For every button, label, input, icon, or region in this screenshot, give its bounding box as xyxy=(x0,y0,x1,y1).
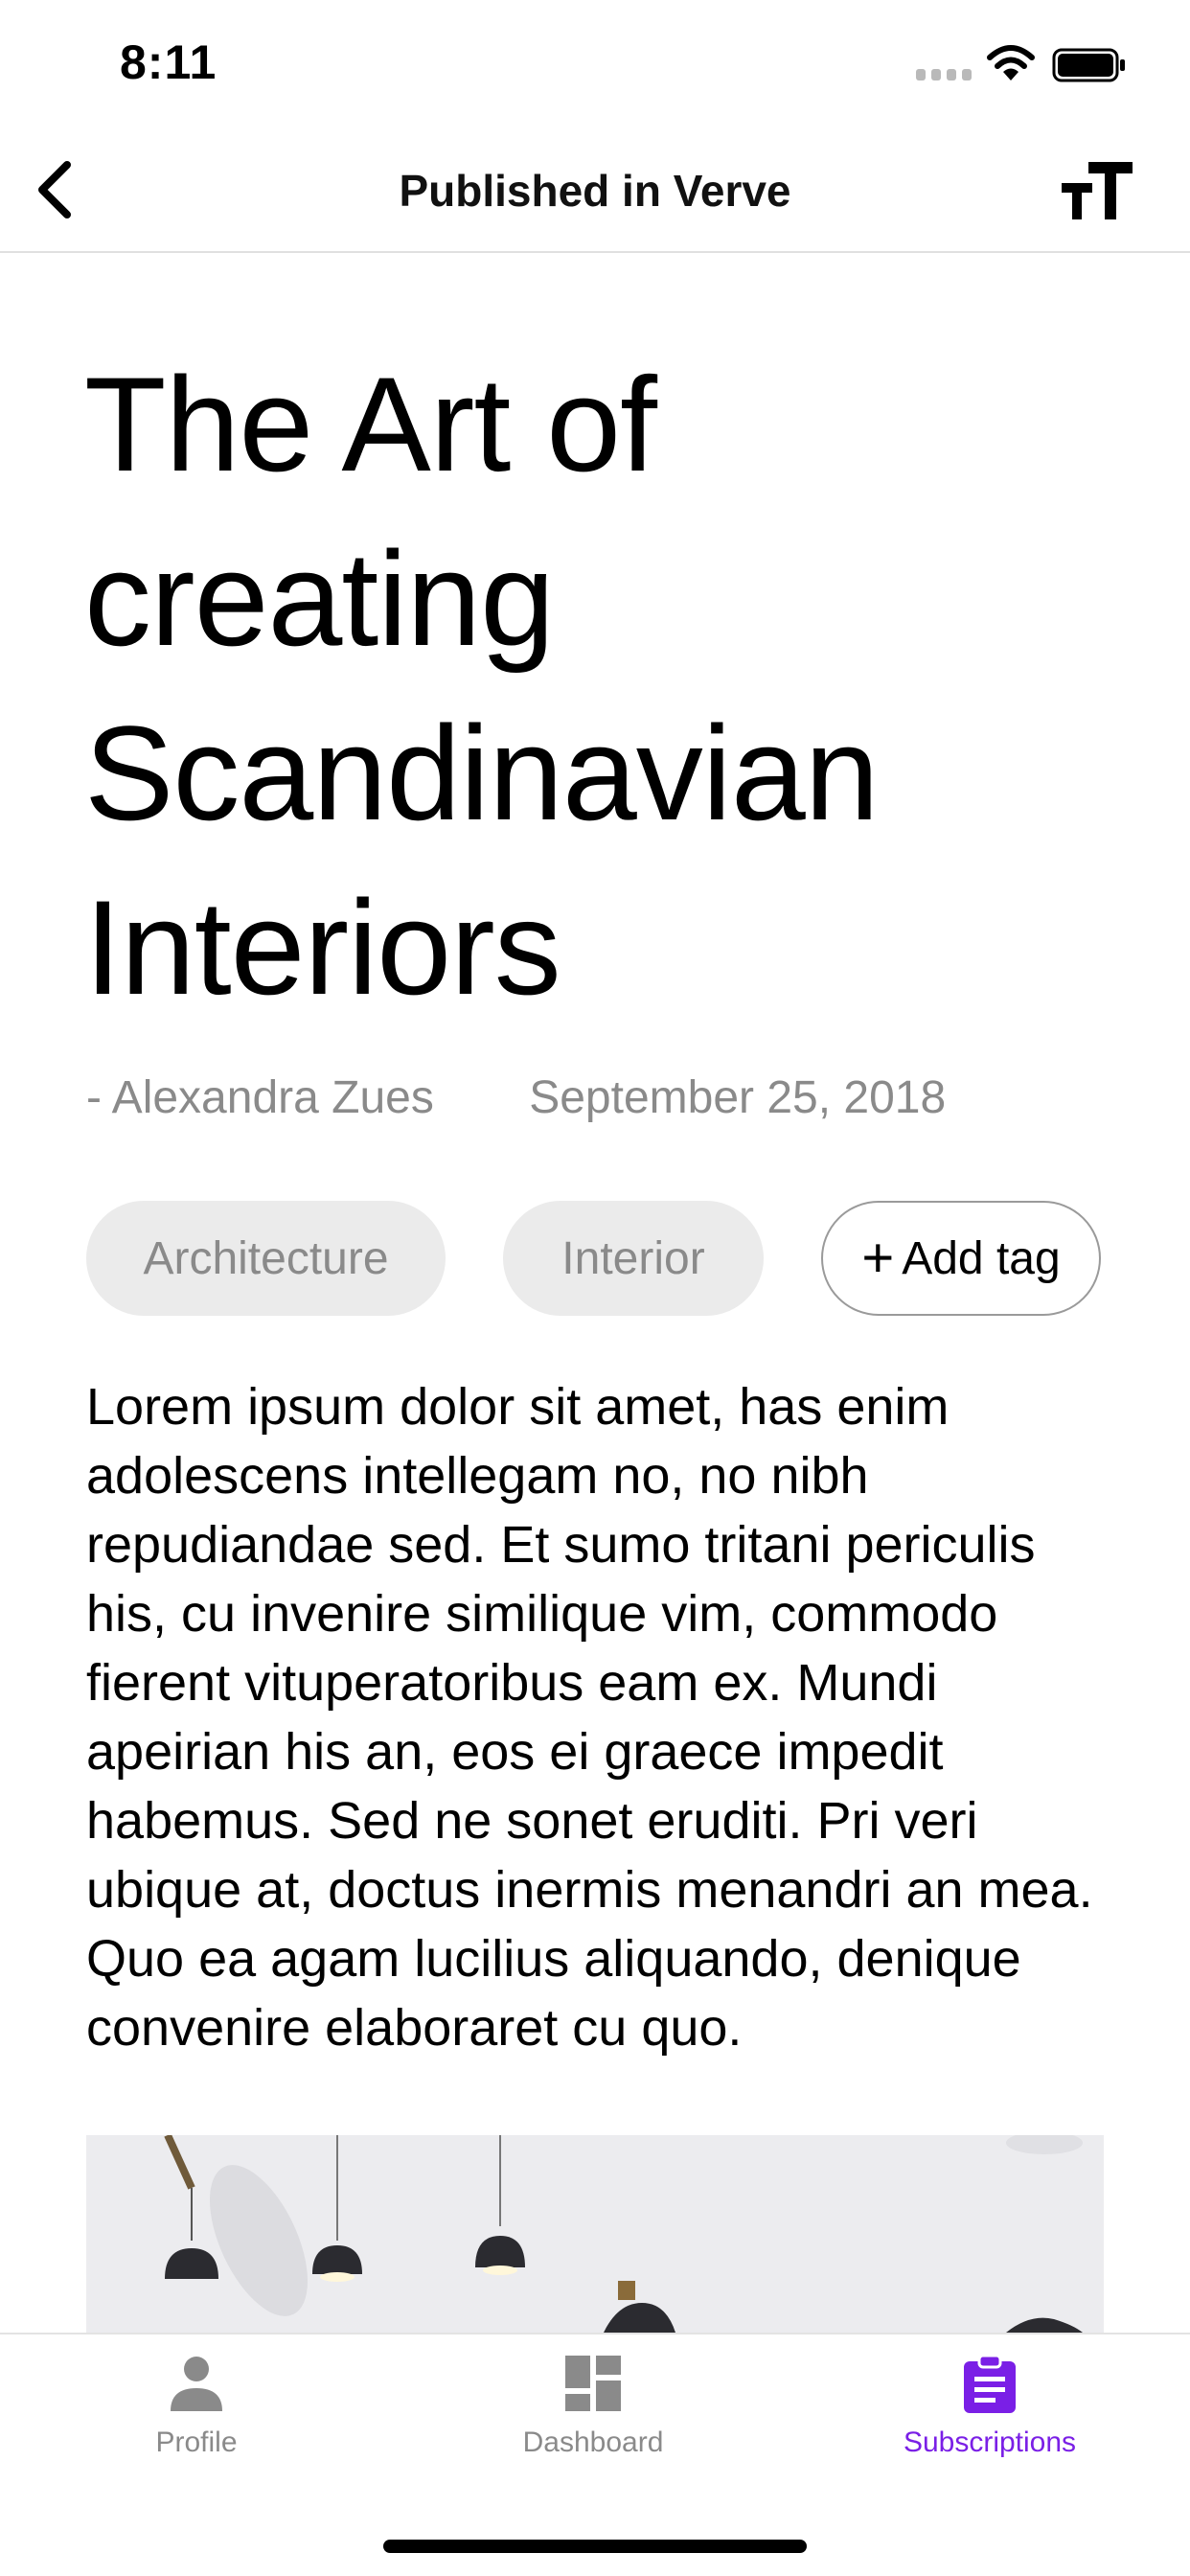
dashboard-icon xyxy=(565,2356,621,2411)
article-title: The Art of creating Scandinavian Interio… xyxy=(84,337,1119,1035)
page-title: Published in Verve xyxy=(399,166,791,216)
clipboard-icon xyxy=(964,2354,1016,2413)
status-bar: 8:11 xyxy=(0,0,1190,126)
author-name[interactable]: - Alexandra Zues xyxy=(86,1072,434,1123)
pendant-lamps-image xyxy=(86,2135,1104,2333)
article-meta: - Alexandra Zues September 25, 2018 xyxy=(86,1071,946,1124)
text-size-button[interactable] xyxy=(1054,150,1140,232)
tag-chip-architecture[interactable]: Architecture xyxy=(86,1201,446,1316)
cellular-signal-icon xyxy=(916,69,972,80)
article-title-line: Interiors xyxy=(84,872,561,1023)
article-image xyxy=(86,2135,1104,2333)
plus-icon: + xyxy=(861,1227,895,1289)
text-size-icon xyxy=(1062,162,1133,219)
status-time: 8:11 xyxy=(120,35,217,89)
battery-icon xyxy=(1052,48,1125,82)
tab-label: Subscriptions xyxy=(903,2426,1077,2458)
article-title-line: creating xyxy=(84,523,555,674)
wifi-icon xyxy=(987,45,1035,80)
navigation-bar: Published in Verve xyxy=(0,126,1190,253)
tab-profile[interactable]: Profile xyxy=(72,2354,321,2497)
tab-subscriptions[interactable]: Subscriptions xyxy=(865,2354,1114,2497)
tab-label: Profile xyxy=(155,2426,238,2458)
add-tag-button[interactable]: + Add tag xyxy=(821,1201,1101,1316)
person-icon xyxy=(171,2357,222,2411)
article-title-line: Scandinavian xyxy=(84,698,880,848)
article-title-line: The Art of xyxy=(84,349,657,499)
add-tag-label: Add tag xyxy=(902,1232,1061,1284)
tab-label: Dashboard xyxy=(522,2426,664,2458)
publish-date: September 25, 2018 xyxy=(529,1072,947,1123)
tab-dashboard[interactable]: Dashboard xyxy=(469,2354,718,2497)
article-body: Lorem ipsum dolor sit amet, has enim ado… xyxy=(86,1378,1093,2057)
tag-list: Architecture Interior + Add tag xyxy=(86,1201,1101,1316)
home-indicator xyxy=(383,2540,807,2553)
tag-chip-interior[interactable]: Interior xyxy=(503,1201,764,1316)
